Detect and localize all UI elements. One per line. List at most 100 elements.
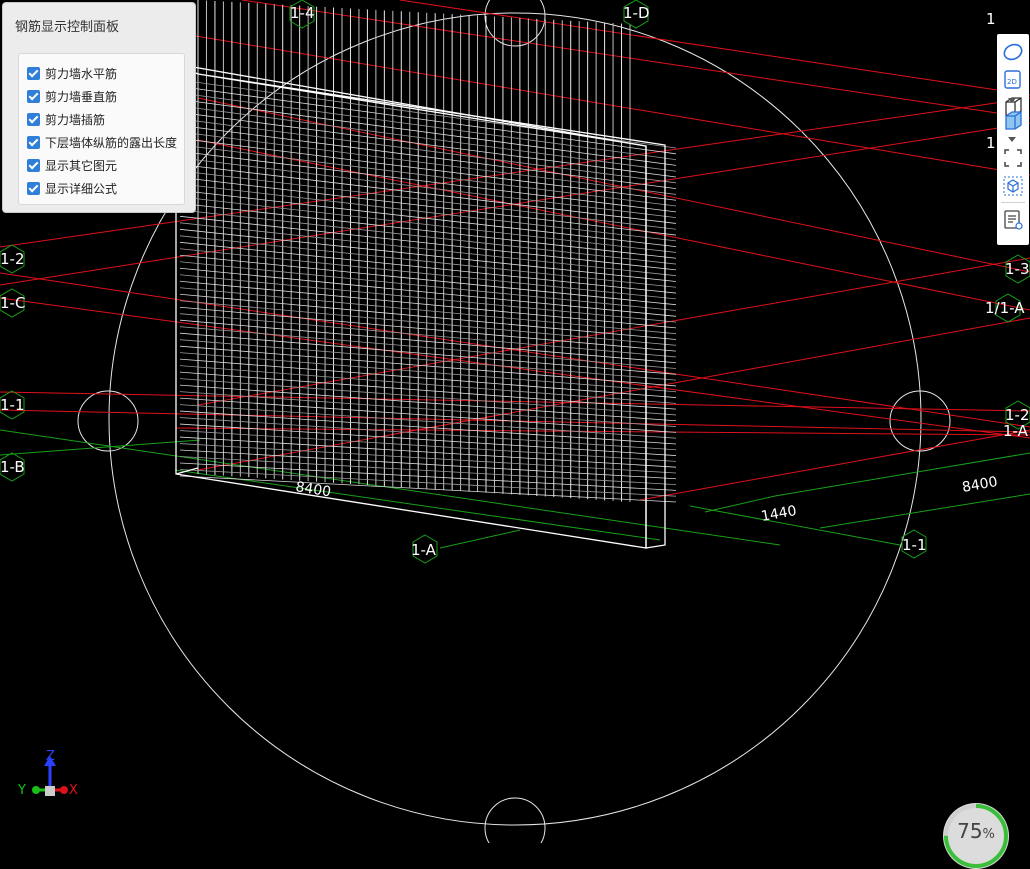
svg-text:1-1: 1-1 <box>0 396 25 414</box>
checkbox-checked[interactable] <box>27 90 40 103</box>
horizontal-rebar <box>179 92 677 161</box>
horizontal-rebar <box>179 332 677 375</box>
dimension-span: 8400 <box>961 474 999 496</box>
horizontal-rebar <box>179 274 677 323</box>
axis-marker-top-left: 1-4 <box>289 0 315 29</box>
axis-marker-left-1: 1-2 <box>0 244 25 274</box>
svg-text:1-C: 1-C <box>0 294 25 312</box>
svg-text:1-A: 1-A <box>411 541 437 559</box>
triad-y-label: Y <box>17 783 26 798</box>
fit-view-button[interactable] <box>1000 146 1026 170</box>
horizontal-rebar <box>179 449 677 480</box>
rebar-display-control-panel: 钢筋显示控制面板 剪力墙水平筋 剪力墙垂直筋 剪力墙插筋 下层墙体纵筋的露出长度… <box>2 2 196 213</box>
horizontal-rebar <box>179 86 677 155</box>
isometric-icon <box>1003 176 1023 196</box>
wall-horizontal-rebar <box>179 79 677 503</box>
coordinate-triad: Z X Y <box>17 749 78 798</box>
panel-title: 钢筋显示控制面板 <box>15 20 120 35</box>
triad-x-label: X <box>69 783 78 798</box>
horizontal-rebar <box>179 280 677 329</box>
report-button[interactable] <box>1000 208 1026 232</box>
option-label: 剪力墙水平筋 <box>45 67 118 81</box>
svg-text:2D: 2D <box>1007 78 1017 86</box>
option-label: 显示详细公式 <box>45 182 118 196</box>
svg-text:1-A: 1-A <box>1003 422 1029 440</box>
dimension-wall-length: 8400 <box>294 479 332 500</box>
zoom-readout: 75% <box>957 819 995 843</box>
option-list: 剪力墙水平筋 剪力墙垂直筋 剪力墙插筋 下层墙体纵筋的露出长度 显示其它图元 显… <box>18 53 185 205</box>
dimension-offset: 1440 <box>760 503 798 525</box>
svg-text:1: 1 <box>986 10 996 28</box>
option-show-other-elements[interactable]: 显示其它图元 <box>19 154 184 177</box>
horizontal-rebar <box>179 189 677 248</box>
horizontal-rebar <box>179 261 677 311</box>
solid-box-icon <box>1005 111 1022 130</box>
horizontal-rebar <box>179 254 677 306</box>
checkbox-checked[interactable] <box>27 136 40 149</box>
option-wall-horizontal-rebar[interactable]: 剪力墙水平筋 <box>19 62 184 85</box>
column-circle-bottom <box>484 797 546 843</box>
checkbox-checked[interactable] <box>27 182 40 195</box>
option-lower-wall-exposed-length[interactable]: 下层墙体纵筋的露出长度 <box>19 131 184 154</box>
svg-text:1-D: 1-D <box>623 4 650 22</box>
horizontal-rebar <box>179 112 677 178</box>
svg-text:1: 1 <box>986 134 996 152</box>
option-label: 下层墙体纵筋的露出长度 <box>45 136 178 150</box>
chevron-down-icon[interactable] <box>1008 137 1016 142</box>
horizontal-rebar <box>179 436 677 468</box>
horizontal-rebar <box>179 358 677 398</box>
axis-marker-top-right: 1-D <box>623 0 650 29</box>
axis-marker-bottom-right: 1-1 <box>901 529 927 559</box>
horizontal-rebar <box>179 313 677 358</box>
axis-marker-bottom-center: 1-A <box>411 534 438 564</box>
option-wall-dowel-rebar[interactable]: 剪力墙插筋 <box>19 108 184 131</box>
horizontal-rebar <box>179 352 677 393</box>
option-wall-vertical-rebar[interactable]: 剪力墙垂直筋 <box>19 85 184 108</box>
dimension-lines <box>0 429 1030 549</box>
orbit-button[interactable] <box>1000 40 1026 64</box>
horizontal-rebar <box>179 300 677 346</box>
horizontal-rebar <box>179 170 677 230</box>
horizontal-rebar <box>179 456 677 485</box>
horizontal-rebar <box>179 138 677 201</box>
orbit-icon <box>1003 43 1023 61</box>
svg-text:1-2: 1-2 <box>0 250 25 268</box>
solid-view-button[interactable] <box>1000 108 1026 132</box>
option-label: 剪力墙垂直筋 <box>45 90 118 104</box>
chevron-down-icon[interactable] <box>1008 98 1016 103</box>
horizontal-rebar <box>179 443 677 474</box>
horizontal-rebar <box>179 475 677 503</box>
checkbox-checked[interactable] <box>27 159 40 172</box>
axis-marker-right-3: 1-3 <box>1005 254 1030 284</box>
horizontal-rebar <box>179 144 677 207</box>
svg-text:1-1: 1-1 <box>902 536 927 554</box>
isometric-view-button[interactable] <box>1000 174 1026 198</box>
zoom-indicator[interactable]: 75% <box>943 803 1009 869</box>
horizontal-rebar <box>179 365 677 404</box>
view-toolbar: 2D <box>997 34 1029 245</box>
toolbar-divider <box>1001 202 1025 203</box>
checkbox-checked[interactable] <box>27 67 40 80</box>
axis-marker-left-4: 1-B <box>0 452 25 482</box>
axis-marker-left-2: 1-C <box>0 288 25 318</box>
svg-text:1/1-A: 1/1-A <box>985 299 1025 317</box>
horizontal-rebar <box>179 267 677 317</box>
fit-view-icon <box>1004 149 1022 167</box>
checkbox-checked[interactable] <box>27 113 40 126</box>
horizontal-rebar <box>179 345 677 387</box>
axis-marker-left-3: 1-1 <box>0 390 25 420</box>
horizontal-rebar <box>179 176 677 236</box>
2d-view-button[interactable]: 2D <box>1000 68 1026 92</box>
horizontal-rebar <box>179 339 677 381</box>
report-icon <box>1004 210 1023 230</box>
axis-marker-right-6: 1-A <box>1003 422 1029 440</box>
option-label: 剪力墙插筋 <box>45 113 106 127</box>
triad-z-label: Z <box>46 749 55 764</box>
option-show-detailed-formula[interactable]: 显示详细公式 <box>19 177 184 200</box>
horizontal-rebar <box>179 157 677 219</box>
horizontal-rebar <box>179 423 677 456</box>
column-circle-left <box>77 390 139 452</box>
option-label: 显示其它图元 <box>45 159 118 173</box>
svg-text:1-B: 1-B <box>0 458 25 476</box>
axis-marker-right-1: 1 <box>986 10 996 28</box>
